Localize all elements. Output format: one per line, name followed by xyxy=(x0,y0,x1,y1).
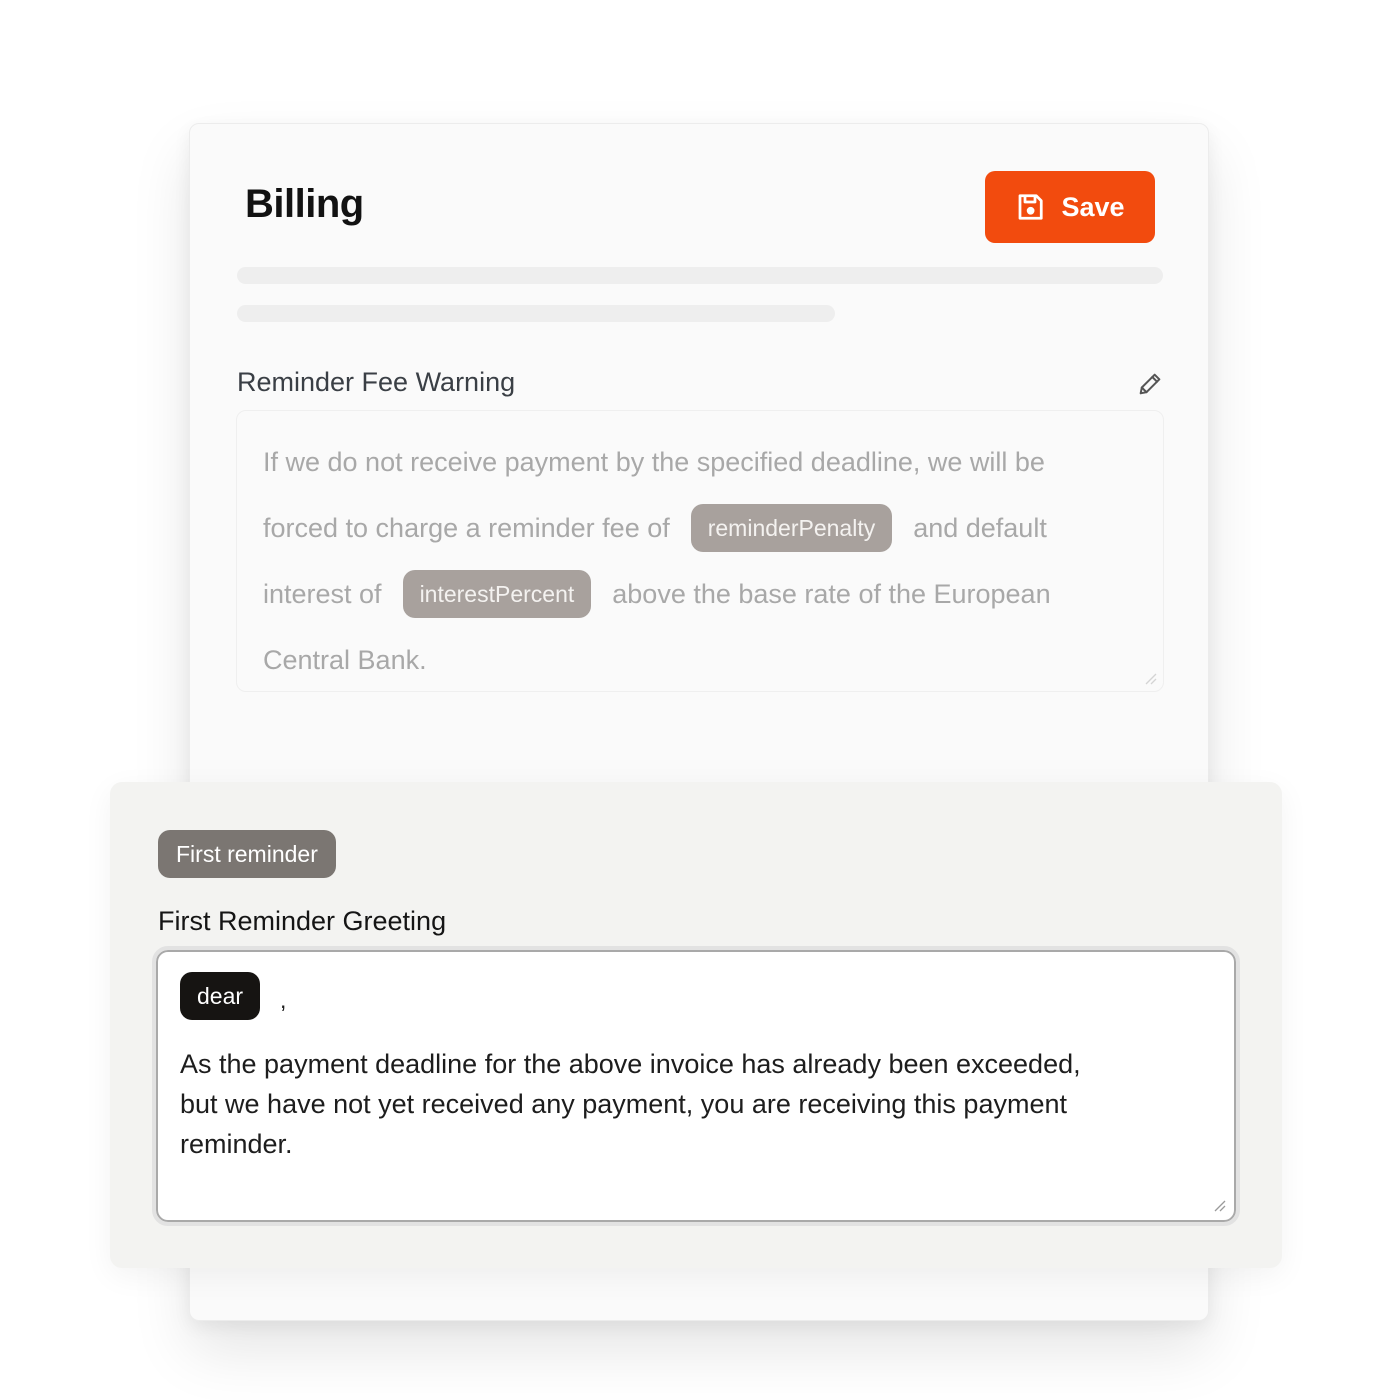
fee-text: If we do not receive payment by the spec… xyxy=(263,447,1045,477)
save-button-label: Save xyxy=(1061,191,1125,222)
reminder-fee-textarea[interactable]: If we do not receive payment by the spec… xyxy=(236,410,1164,692)
pencil-icon[interactable] xyxy=(1136,370,1164,398)
fee-text: Central Bank. xyxy=(263,645,427,675)
save-button[interactable]: Save xyxy=(985,171,1155,243)
greeting-comma: , xyxy=(280,986,287,1013)
first-reminder-greeting-textarea[interactable]: dear , As the payment deadline for the a… xyxy=(152,946,1240,1226)
first-reminder-badge: First reminder xyxy=(158,830,336,878)
variable-chip-interest-percent[interactable]: interestPercent xyxy=(402,570,592,618)
reminder-fee-label: Reminder Fee Warning xyxy=(237,367,516,397)
greeting-text: reminder. xyxy=(180,1129,293,1159)
variable-chip-dear[interactable]: dear xyxy=(180,972,261,1020)
greeting-text: but we have not yet received any payment… xyxy=(180,1089,1067,1119)
fee-text: and default xyxy=(913,513,1047,543)
save-icon xyxy=(1015,192,1045,222)
first-reminder-greeting-label: First Reminder Greeting xyxy=(158,906,447,936)
fee-text: forced to charge a reminder fee of xyxy=(263,513,670,543)
resize-handle-icon[interactable] xyxy=(1212,1198,1226,1212)
greeting-body: As the payment deadline for the above in… xyxy=(180,1044,1190,1164)
skeleton-line xyxy=(237,267,1163,284)
resize-handle-icon[interactable] xyxy=(1143,671,1157,685)
first-reminder-panel: First reminder First Reminder Greeting d… xyxy=(110,782,1282,1268)
skeleton-line xyxy=(237,305,835,322)
fee-text: interest of xyxy=(263,579,382,609)
fee-text: above the base rate of the European xyxy=(612,579,1051,609)
greeting-text: As the payment deadline for the above in… xyxy=(180,1049,1081,1079)
variable-chip-reminder-penalty[interactable]: reminderPenalty xyxy=(690,504,893,552)
page-title: Billing xyxy=(245,182,364,226)
